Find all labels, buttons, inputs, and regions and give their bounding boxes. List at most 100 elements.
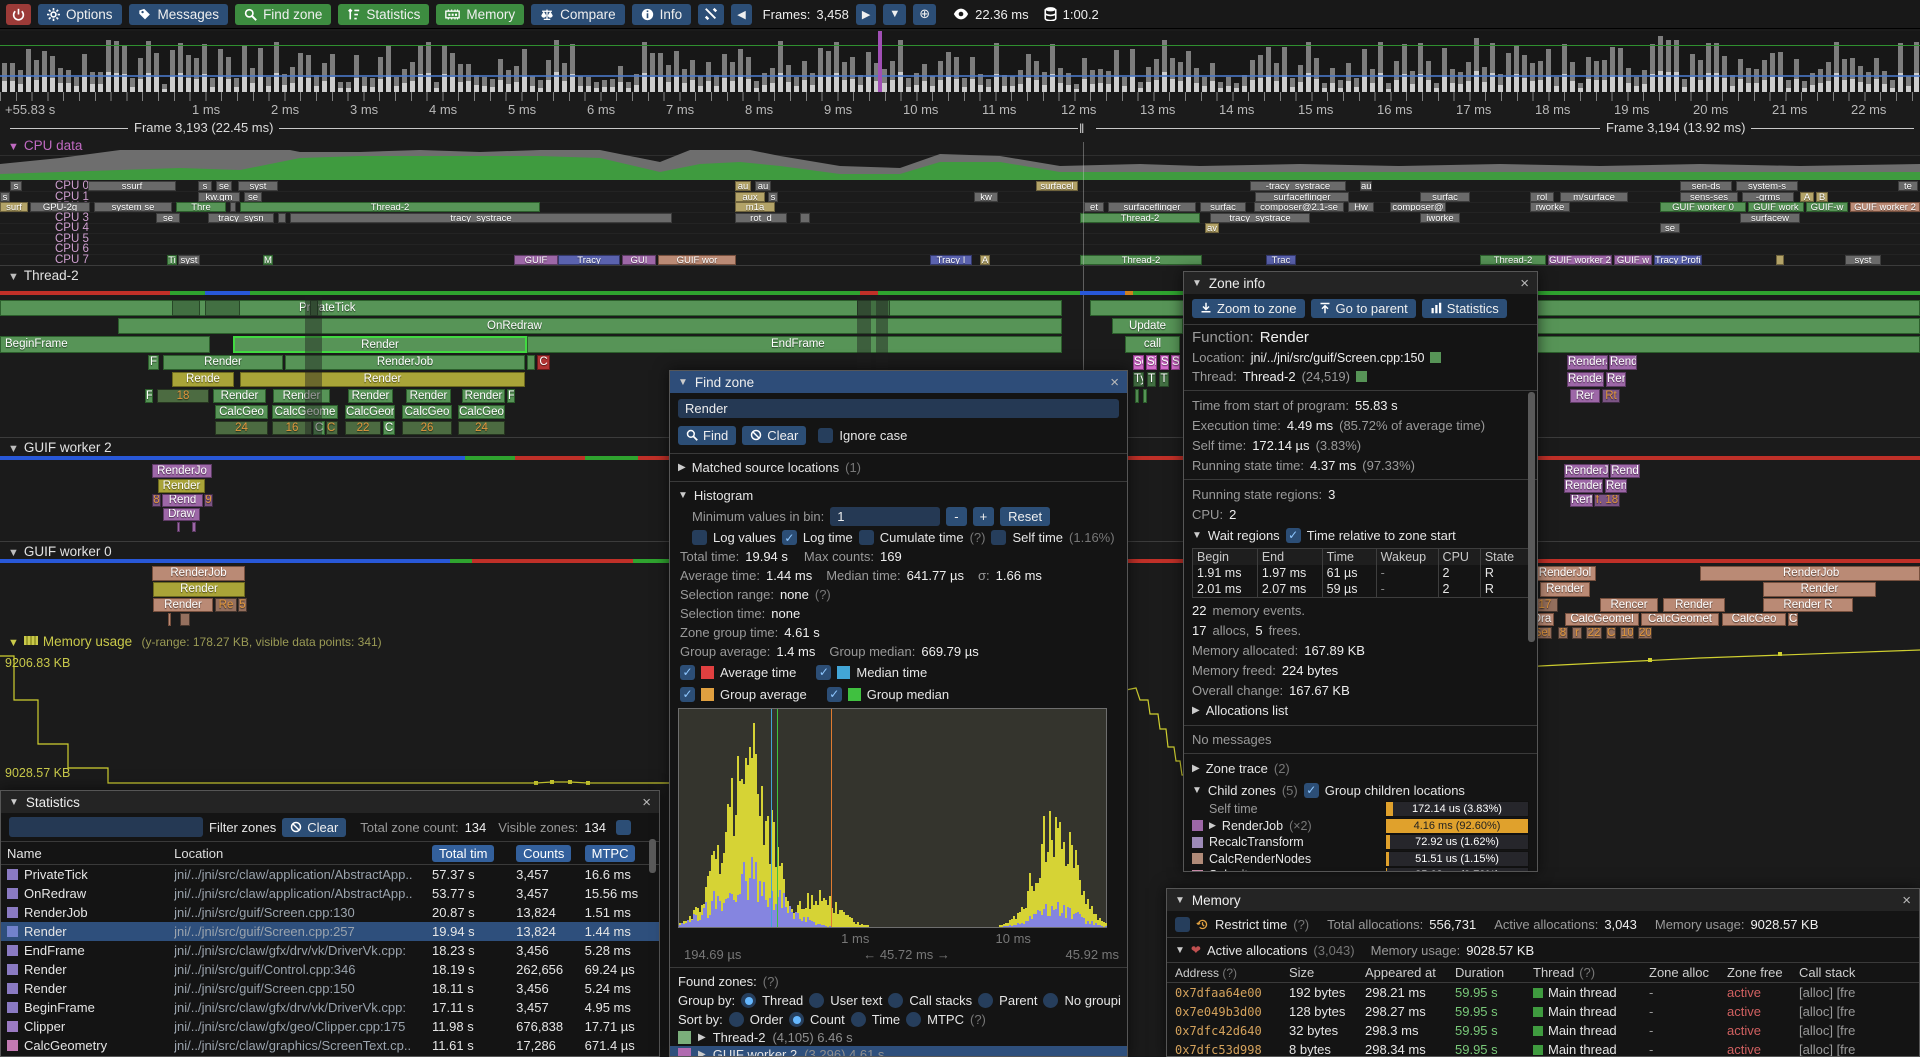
timeline-zone[interactable] xyxy=(180,613,190,626)
source-color-swatch[interactable] xyxy=(1430,352,1441,363)
cpu-zone[interactable]: surfacew xyxy=(1740,213,1800,223)
timeline-zone[interactable]: Si xyxy=(1146,355,1157,370)
table-row[interactable]: PrivateTickjni/../jni/src/claw/applicati… xyxy=(1,865,659,884)
memory-button[interactable]: Memory xyxy=(436,4,524,25)
child-zone-row[interactable]: CalcRenderNodes51.51 us (1.15%) xyxy=(1184,851,1537,868)
timeline-zone[interactable]: 24 xyxy=(458,421,505,435)
allocation-row[interactable]: 0x7e049b3d00128 bytes298.27 ms59.95 sMai… xyxy=(1167,1002,1919,1021)
options-button[interactable]: Options xyxy=(38,4,122,25)
cpu-zone[interactable]: au xyxy=(1360,181,1372,191)
cpu-zone[interactable]: Tracy xyxy=(558,255,620,265)
timeline-ruler[interactable]: +55.83 s1 ms2 ms3 ms4 ms5 ms6 ms7 ms8 ms… xyxy=(0,92,1920,118)
cpu-zone[interactable]: GUIF worker 2 xyxy=(1548,255,1612,265)
timeline-zone[interactable]: PrivateTick xyxy=(0,300,1062,316)
cpu-zone[interactable]: syst xyxy=(178,255,200,265)
cpu-zone[interactable]: Hw xyxy=(1348,202,1374,212)
compare-button[interactable]: Compare xyxy=(531,4,625,25)
timeline-zone[interactable]: Render xyxy=(158,479,205,493)
timeline-zone[interactable]: C xyxy=(1606,627,1616,639)
restrict-time-checkbox[interactable] xyxy=(1175,917,1190,932)
cpu-zone[interactable]: iworke xyxy=(1420,213,1460,223)
wait-column-header[interactable]: Time xyxy=(1322,549,1376,565)
timeline-zone[interactable]: Rend xyxy=(1610,464,1640,478)
cpu-zone[interactable]: syst xyxy=(1845,255,1881,265)
close-icon[interactable]: × xyxy=(1520,276,1529,291)
frame-label[interactable]: Frame 3,193 (22.45 ms) xyxy=(128,120,279,135)
frame-dropdown-button[interactable]: ▼ xyxy=(883,4,906,25)
stats-toggle-checkbox[interactable] xyxy=(616,820,631,835)
log-values-checkbox[interactable] xyxy=(692,530,707,545)
timeline-zone[interactable]: BeginFrame xyxy=(0,336,210,353)
group-by-radio-user-text[interactable] xyxy=(809,993,824,1008)
reset-button[interactable]: Reset xyxy=(1000,507,1050,526)
timeline-zone[interactable]: OnRedraw xyxy=(118,318,1062,334)
messages-button[interactable]: Messages xyxy=(129,4,229,25)
timeline-zone[interactable]: 20 xyxy=(1638,627,1652,639)
legend-checkbox[interactable]: ✓ xyxy=(680,665,695,680)
collapse-triangle-icon[interactable]: ▼ xyxy=(678,377,688,388)
thread-color-swatch[interactable] xyxy=(1356,371,1367,382)
timeline-zone[interactable]: Sc xyxy=(1133,355,1144,370)
cpu-zone[interactable]: Tracy I xyxy=(930,255,972,265)
legend-checkbox[interactable]: ✓ xyxy=(680,687,695,702)
timeline-zone[interactable] xyxy=(1143,389,1147,403)
relative-time-checkbox[interactable]: ✓ xyxy=(1286,528,1301,543)
wait-region-row[interactable]: 2.01 ms2.07 ms59 µs-2R xyxy=(1193,581,1528,597)
statistics-scrollbar[interactable] xyxy=(649,839,656,873)
thread-column-header[interactable]: Thread (?) xyxy=(1533,965,1645,980)
timeline-zone[interactable]: Rend xyxy=(162,494,203,507)
timeline-zone[interactable]: CalcGeomet xyxy=(1641,613,1719,626)
collapse-triangle-icon[interactable]: ▼ xyxy=(678,490,688,501)
statistics-window-title[interactable]: ▼ Statistics × xyxy=(1,791,659,813)
wait-column-header[interactable]: State xyxy=(1480,549,1528,565)
mtpc-column-header[interactable]: MTPC xyxy=(585,845,636,862)
cpu-zone[interactable]: kw xyxy=(974,192,998,202)
timeline-zone[interactable]: S xyxy=(1171,355,1180,370)
timeline-zone[interactable]: Render xyxy=(1567,372,1604,387)
timeline-zone[interactable]: Rende xyxy=(172,372,234,387)
timeline-zone[interactable]: 8 xyxy=(1558,627,1568,639)
wait-column-header[interactable]: End xyxy=(1257,549,1322,565)
timeline-zone[interactable]: Render xyxy=(406,389,451,403)
cpu-zone[interactable]: surfaceflinger xyxy=(1255,192,1349,202)
timeline-zone[interactable]: F xyxy=(145,389,153,403)
cpu-zone[interactable]: GUIF worker 2 xyxy=(1850,202,1920,212)
expand-triangle-icon[interactable]: ▶ xyxy=(1192,763,1200,774)
cpu-zone[interactable]: se xyxy=(216,181,232,191)
cpu-zone[interactable]: s xyxy=(0,192,10,202)
cpu-zone[interactable]: surfac xyxy=(1420,192,1470,202)
cpu-zone[interactable]: au xyxy=(735,181,751,191)
cpu-zone[interactable]: m1a xyxy=(735,202,775,212)
timeline-zone[interactable]: 24 xyxy=(215,421,268,435)
cpu-zone[interactable]: surf xyxy=(0,202,28,212)
expand-triangle-icon[interactable]: ▶ xyxy=(1192,705,1200,716)
timeline-zone[interactable]: Rer xyxy=(1570,389,1600,403)
zone-search-input[interactable]: Render xyxy=(678,399,1119,418)
log-time-checkbox[interactable]: ✓ xyxy=(782,530,797,545)
wait-region-row[interactable]: 1.91 ms1.97 ms61 µs-2R xyxy=(1193,565,1528,581)
info-button[interactable]: Info xyxy=(632,4,692,25)
thread-header-thread-2[interactable]: ▼Thread-2 xyxy=(8,268,79,283)
timeline-zone[interactable]: Ren xyxy=(1606,372,1626,387)
timeline-zone[interactable]: Ty xyxy=(1133,372,1144,387)
size-column-header[interactable]: Size xyxy=(1289,965,1361,980)
timeline-zone[interactable]: Render xyxy=(348,389,393,403)
timeline-zone[interactable]: Render xyxy=(233,336,527,353)
timeline-zone[interactable]: C xyxy=(1788,613,1798,626)
cpu-zone[interactable]: Thread-2 xyxy=(1080,255,1202,265)
sort-by-radio-count[interactable] xyxy=(789,1012,804,1027)
zone-info-scrollbar[interactable] xyxy=(1528,392,1535,642)
cpu-zone[interactable]: GPU-2g xyxy=(30,202,90,212)
timeline-zone[interactable]: T xyxy=(1147,372,1156,387)
appeared-column-header[interactable]: Appeared at xyxy=(1365,965,1451,980)
cpu-zone[interactable]: GUIF work xyxy=(1748,202,1804,212)
timeline-zone[interactable]: 26 xyxy=(402,421,452,435)
go-to-parent-button[interactable]: Go to parent xyxy=(1311,299,1416,318)
cpu-zone[interactable]: GUIF w xyxy=(1614,255,1652,265)
timeline-zone[interactable]: RenderJo xyxy=(1567,355,1608,370)
cpu-zone[interactable]: system se xyxy=(94,202,172,212)
found-zone-group[interactable]: ▶Thread-2(4,105) 6.46 s xyxy=(670,1029,1127,1046)
timeline-zone[interactable]: Rencer xyxy=(1600,598,1658,612)
timeline-zone[interactable]: Render xyxy=(1763,582,1876,597)
timeline-zone[interactable]: 9 xyxy=(204,494,213,507)
